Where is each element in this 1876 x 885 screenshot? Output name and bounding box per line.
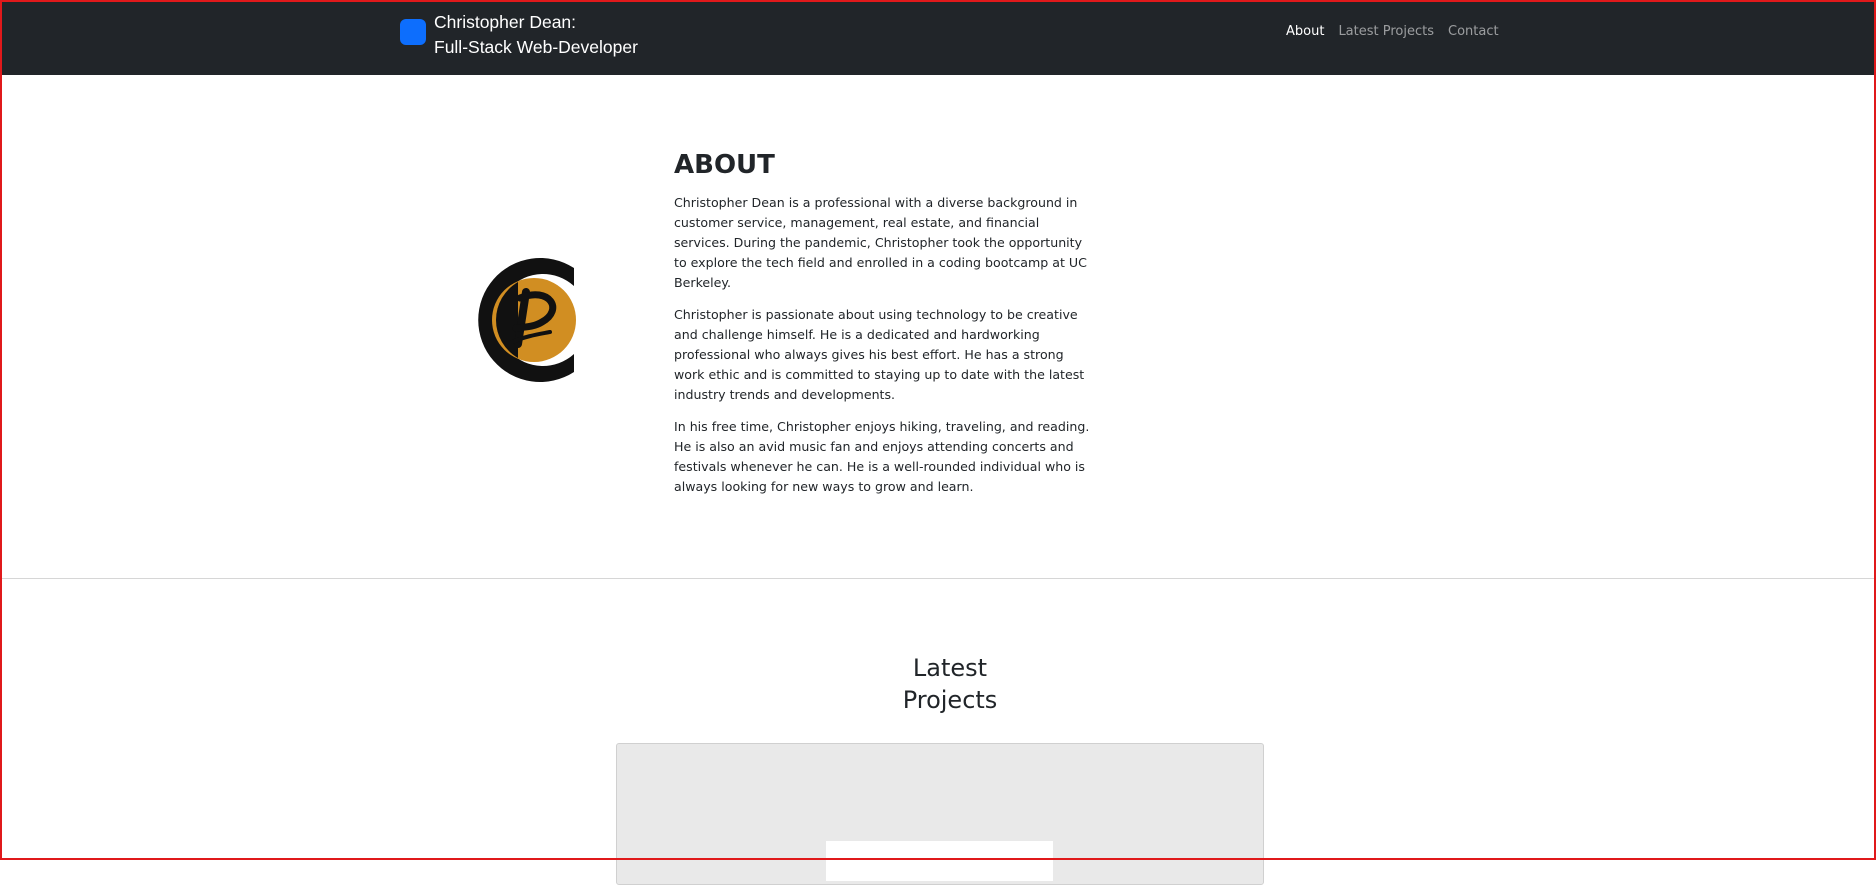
brand-logo-icon [400,19,426,45]
nav-link-latest-projects[interactable]: Latest Projects [1331,23,1441,41]
brand-name: Christopher Dean: [434,12,577,32]
about-paragraph: In his free time, Christopher enjoys hik… [674,419,1090,494]
about-paragraph: Christopher Dean is a professional with … [674,195,1087,290]
about-section: ABOUT Christopher Dean is a professional… [674,148,1094,509]
nav-links: About Latest Projects Contact [1279,23,1506,41]
project-card[interactable] [616,743,1264,885]
navbar: Christopher Dean: Full-Stack Web-Develop… [0,0,1876,75]
nav-link-about[interactable]: About [1279,23,1331,41]
about-title: ABOUT [674,150,775,180]
brand-link[interactable]: Christopher Dean: Full-Stack Web-Develop… [400,10,638,60]
brand-role: Full-Stack Web-Developer [434,37,638,57]
about-paragraph: Christopher is passionate about using te… [674,307,1085,402]
project-card-image [826,841,1053,881]
projects-title: Latest Projects [870,652,1030,716]
projects-title-line1: Latest [912,653,988,682]
brand-text: Christopher Dean: Full-Stack Web-Develop… [434,10,638,60]
nav-link-contact[interactable]: Contact [1441,23,1506,41]
cd-logo-icon [478,258,576,382]
section-divider [2,578,1874,579]
projects-title-line2: Projects [902,685,998,714]
